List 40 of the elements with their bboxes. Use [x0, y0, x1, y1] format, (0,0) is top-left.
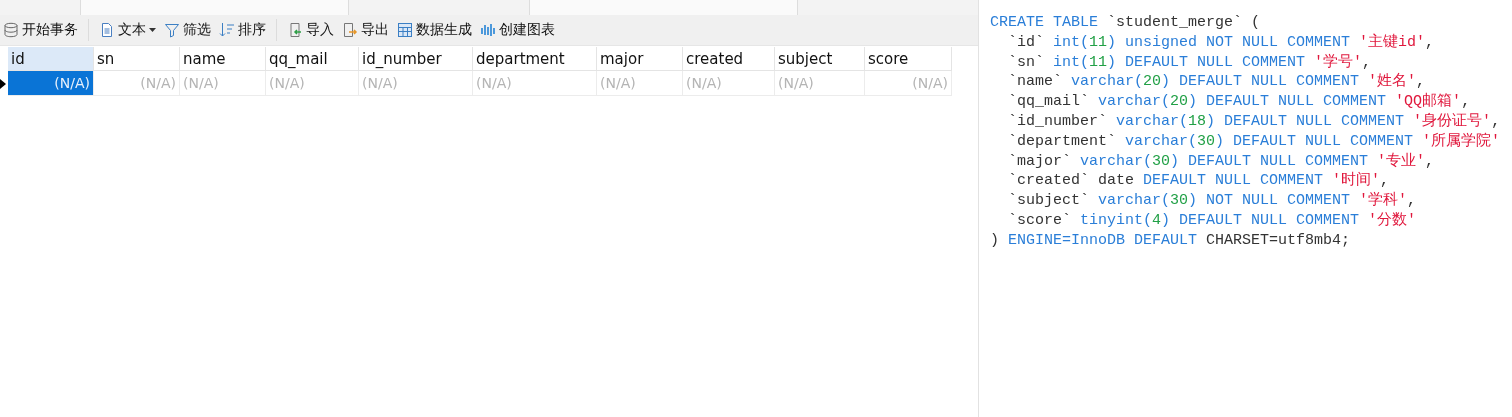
import-icon [287, 22, 303, 38]
toolbar-button[interactable]: 筛选 [161, 19, 214, 41]
table-icon [397, 22, 413, 38]
column-header[interactable]: subject [775, 47, 865, 71]
column-header[interactable]: qq_mail [266, 47, 359, 71]
toolbar-button[interactable]: 数据生成 [394, 19, 475, 41]
column-header[interactable]: id_number [359, 47, 473, 71]
code-line: `major` varchar(30) DEFAULT NULL COMMENT '专业', [1007, 151, 1436, 171]
toolbar-button[interactable]: 开始事务 [0, 19, 81, 41]
toolbar-button[interactable]: 导出 [339, 19, 392, 41]
toolbar-button[interactable]: 创建图表 [477, 19, 558, 41]
toolbar-button[interactable]: 导入 [284, 19, 337, 41]
export-icon [342, 22, 358, 38]
sort-icon [219, 22, 235, 38]
code-line: CREATE TABLE `student_merge` ( [990, 13, 1262, 33]
toolbar-button[interactable]: 文本 [96, 19, 159, 41]
code-line: `department` varchar(30) DEFAULT NULL COMMENT '所属学院' [1007, 131, 1502, 152]
code-line: ) ENGINE=InnoDB DEFAULT CHARSET=utf8mb4; [990, 230, 1352, 251]
column-header[interactable]: sn [94, 47, 180, 71]
document-icon [99, 22, 115, 38]
table-cell[interactable]: (N/A) [8, 71, 94, 96]
code-line: `subject` varchar(30) NOT NULL COMMENT '学科', [1007, 191, 1418, 211]
filter-icon [164, 22, 180, 38]
column-header[interactable]: created [683, 47, 775, 71]
code-line: `id` int(11) unsigned NOT NULL COMMENT '主键id', [1007, 32, 1436, 53]
toolbar-button[interactable]: 排序 [216, 19, 269, 41]
column-header[interactable]: score [865, 47, 952, 71]
code-line: `qq_mail` varchar(20) DEFAULT NULL COMMENT 'QQ邮箱', [1007, 92, 1472, 112]
code-line: `name` varchar(20) DEFAULT NULL COMMENT '姓名', [1007, 72, 1427, 92]
column-header[interactable]: name [180, 47, 266, 71]
database-icon [3, 22, 19, 38]
code-line: `score` tinyint(4) DEFAULT NULL COMMENT '分数' [1007, 210, 1418, 231]
column-header[interactable]: major [597, 47, 683, 71]
code-line: `created` date DEFAULT NULL COMMENT '时间', [1007, 171, 1391, 191]
chart-icon [480, 22, 496, 38]
code-line: `id_number` varchar(18) DEFAULT NULL COMMENT '身份证号', [1007, 112, 1502, 132]
code-line: `sn` int(11) DEFAULT NULL COMMENT '学号', [1007, 52, 1373, 73]
column-header[interactable]: department [473, 47, 597, 71]
column-header[interactable]: id [8, 47, 94, 71]
caret-icon [149, 28, 156, 32]
